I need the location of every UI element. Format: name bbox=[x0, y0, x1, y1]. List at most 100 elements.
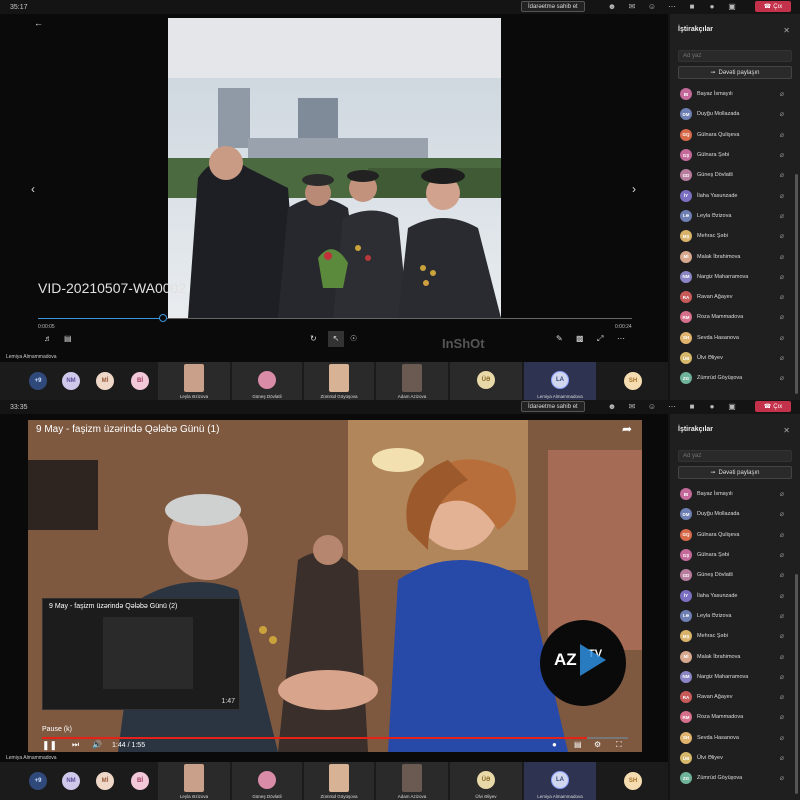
participant-row[interactable]: SH Sevda Hasanova ⌀ bbox=[670, 728, 800, 748]
more-participants-chip[interactable]: +9 bbox=[29, 772, 47, 790]
participant-chip[interactable]: SH bbox=[624, 372, 642, 390]
participant-row[interactable]: GQ Gülnara Qulişeva ⌀ bbox=[670, 125, 800, 145]
chat-icon[interactable]: ✉ bbox=[626, 402, 638, 412]
mic-muted-icon[interactable]: ⌀ bbox=[780, 110, 784, 118]
mic-muted-icon[interactable]: ⌀ bbox=[780, 612, 784, 620]
fullscreen-icon[interactable]: ⛶ bbox=[616, 740, 622, 750]
participant-row[interactable]: ZG Zümrüd Göyüşova ⌀ bbox=[670, 368, 800, 388]
participant-tile[interactable]: LA Lemiya Almammadova bbox=[524, 362, 596, 400]
mic-muted-icon[interactable]: ⌀ bbox=[780, 693, 784, 701]
participant-row[interactable]: GQ Gülnara Qulişeva ⌀ bbox=[670, 525, 800, 545]
settings-gear-icon[interactable]: ⚙ bbox=[594, 740, 601, 749]
participant-row[interactable]: NM Nargiz Maharramova ⌀ bbox=[670, 267, 800, 287]
share-arrow-icon[interactable]: ➦ bbox=[622, 422, 632, 436]
participants-icon[interactable]: ☻ bbox=[606, 2, 618, 12]
mic-muted-icon[interactable]: ⌀ bbox=[780, 531, 784, 539]
participant-tile[interactable]: Zümrüd Göyüşova bbox=[304, 762, 374, 800]
participant-tile[interactable]: Güneş Dövlatli bbox=[232, 762, 302, 800]
next-arrow-icon[interactable]: › bbox=[632, 182, 636, 196]
more-participants-chip[interactable]: +9 bbox=[29, 372, 47, 390]
close-icon[interactable]: ✕ bbox=[783, 426, 790, 435]
chat-icon[interactable]: ✉ bbox=[626, 2, 638, 12]
mic-muted-icon[interactable]: ⌀ bbox=[780, 334, 784, 342]
mic-muted-icon[interactable]: ⌀ bbox=[780, 774, 784, 782]
mini-player[interactable]: 9 May - faşizm üzərində Qələbə Günü (2) … bbox=[42, 598, 240, 710]
share-invite-button[interactable]: ➙ Dəvəti paylaşın bbox=[678, 66, 792, 79]
participant-search-input[interactable] bbox=[678, 50, 792, 62]
mic-muted-icon[interactable]: ⌀ bbox=[780, 273, 784, 281]
mic-muted-icon[interactable]: ⌀ bbox=[780, 374, 784, 382]
participant-row[interactable]: İY İlaha Yasunzade ⌀ bbox=[670, 185, 800, 205]
mic-muted-icon[interactable]: ⌀ bbox=[780, 354, 784, 362]
participant-row[interactable]: NM Nargiz Maharramova ⌀ bbox=[670, 667, 800, 687]
participant-chip[interactable]: SH bbox=[624, 772, 642, 790]
back-arrow-icon[interactable]: ← bbox=[34, 18, 43, 28]
take-control-button[interactable]: İdarəetmə sahib et bbox=[521, 401, 585, 412]
mic-muted-icon[interactable]: ⌀ bbox=[780, 313, 784, 321]
more-options-icon[interactable]: ⋯ bbox=[666, 2, 678, 12]
participant-tile[interactable]: Zümrüd Göyüşova bbox=[304, 362, 374, 400]
participant-row[interactable]: GD Güneş Dövlatli ⌀ bbox=[670, 565, 800, 585]
mic-muted-icon[interactable]: ⌀ bbox=[780, 510, 784, 518]
mic-muted-icon[interactable]: ⌀ bbox=[780, 551, 784, 559]
pen-icon[interactable]: ✎ bbox=[556, 334, 563, 343]
mic-muted-icon[interactable]: ⌀ bbox=[780, 592, 784, 600]
mic-muted-icon[interactable]: ⌀ bbox=[780, 232, 784, 240]
participant-row[interactable]: RM Roza Mammadova ⌀ bbox=[670, 707, 800, 727]
captions-icon[interactable]: ▤ bbox=[574, 740, 582, 749]
youtube-video-title[interactable]: 9 May - faşizm üzərində Qələbə Günü (1) bbox=[36, 424, 219, 435]
participant-tile[interactable]: Adam Azizova bbox=[376, 362, 448, 400]
previous-arrow-icon[interactable]: ‹ bbox=[31, 182, 35, 196]
screen-icon[interactable]: ▩ bbox=[576, 334, 584, 343]
participant-chip[interactable]: NM bbox=[62, 372, 80, 390]
mic-muted-icon[interactable]: ⌀ bbox=[780, 734, 784, 742]
share-invite-button[interactable]: ➙ Dəvəti paylaşın bbox=[678, 466, 792, 479]
participant-row[interactable]: LƏ Leyla Əzizova ⌀ bbox=[670, 206, 800, 226]
reactions-icon[interactable]: ☺ bbox=[646, 402, 658, 412]
participant-row[interactable]: ÜƏ Ülvi Əliyev ⌀ bbox=[670, 748, 800, 768]
mic-muted-icon[interactable]: ⌀ bbox=[780, 131, 784, 139]
scrollbar[interactable] bbox=[795, 574, 798, 794]
participants-icon[interactable]: ☻ bbox=[606, 402, 618, 412]
mic-muted-icon[interactable]: ⌀ bbox=[780, 713, 784, 721]
more-options-icon[interactable]: ⋯ bbox=[666, 402, 678, 412]
participant-row[interactable]: ÜƏ Ülvi Əliyev ⌀ bbox=[670, 348, 800, 368]
volume-icon[interactable]: 🔊 bbox=[92, 740, 102, 749]
participant-chip[interactable]: Mİ bbox=[96, 772, 114, 790]
participant-row[interactable]: GŞ Gülnara Şəbi ⌀ bbox=[670, 545, 800, 565]
camera-icon[interactable]: ■ bbox=[686, 402, 698, 412]
participant-row[interactable]: SH Sevda Hasanova ⌀ bbox=[670, 328, 800, 348]
participant-row[interactable]: BI Bayaz İsmayılı ⌀ bbox=[670, 84, 800, 104]
participant-search-input[interactable] bbox=[678, 450, 792, 462]
captions-icon[interactable]: ▤ bbox=[64, 334, 72, 343]
participant-row[interactable]: BI Bayaz İsmayılı ⌀ bbox=[670, 484, 800, 504]
autoplay-toggle[interactable]: ● bbox=[552, 740, 557, 749]
participant-tile[interactable]: LA Lemiya Almammadova bbox=[524, 762, 596, 800]
participant-row[interactable]: RM Roza Mammadova ⌀ bbox=[670, 307, 800, 327]
share-screen-icon[interactable]: ▣ bbox=[726, 2, 738, 12]
participant-tile[interactable]: Leyla Əzizova bbox=[158, 762, 230, 800]
scrollbar[interactable] bbox=[795, 174, 798, 394]
leave-button[interactable]: ☎ Çıx bbox=[755, 1, 791, 12]
mic-muted-icon[interactable]: ⌀ bbox=[780, 673, 784, 681]
mic-muted-icon[interactable]: ⌀ bbox=[780, 192, 784, 200]
mic-muted-icon[interactable]: ⌀ bbox=[780, 490, 784, 498]
participant-tile[interactable]: Güneş Dövlatli bbox=[232, 362, 302, 400]
close-icon[interactable]: ✕ bbox=[783, 26, 790, 35]
participant-chip[interactable]: Bİ bbox=[131, 772, 149, 790]
more-icon[interactable]: ⋯ bbox=[617, 334, 625, 343]
take-control-button[interactable]: İdarəetmə sahib et bbox=[521, 1, 585, 12]
participant-row[interactable]: LƏ Leyla Əzizova ⌀ bbox=[670, 606, 800, 626]
participant-row[interactable]: İY İlaha Yasunzade ⌀ bbox=[670, 585, 800, 605]
participant-tile[interactable]: Leyla Əzizova bbox=[158, 362, 230, 400]
leave-button[interactable]: ☎ Çıx bbox=[755, 401, 791, 412]
participant-chip[interactable]: NM bbox=[62, 772, 80, 790]
mic-muted-icon[interactable]: ⌀ bbox=[780, 212, 784, 220]
participant-row[interactable]: MŞ Mehrac Şəbi ⌀ bbox=[670, 626, 800, 646]
expand-icon[interactable]: ⤢ bbox=[597, 334, 603, 344]
mic-icon[interactable]: ● bbox=[706, 402, 718, 412]
mic-muted-icon[interactable]: ⌀ bbox=[780, 293, 784, 301]
progress-thumb[interactable] bbox=[158, 314, 167, 322]
participant-row[interactable]: MŞ Mehrac Şəbi ⌀ bbox=[670, 226, 800, 246]
mic-muted-icon[interactable]: ⌀ bbox=[780, 171, 784, 179]
